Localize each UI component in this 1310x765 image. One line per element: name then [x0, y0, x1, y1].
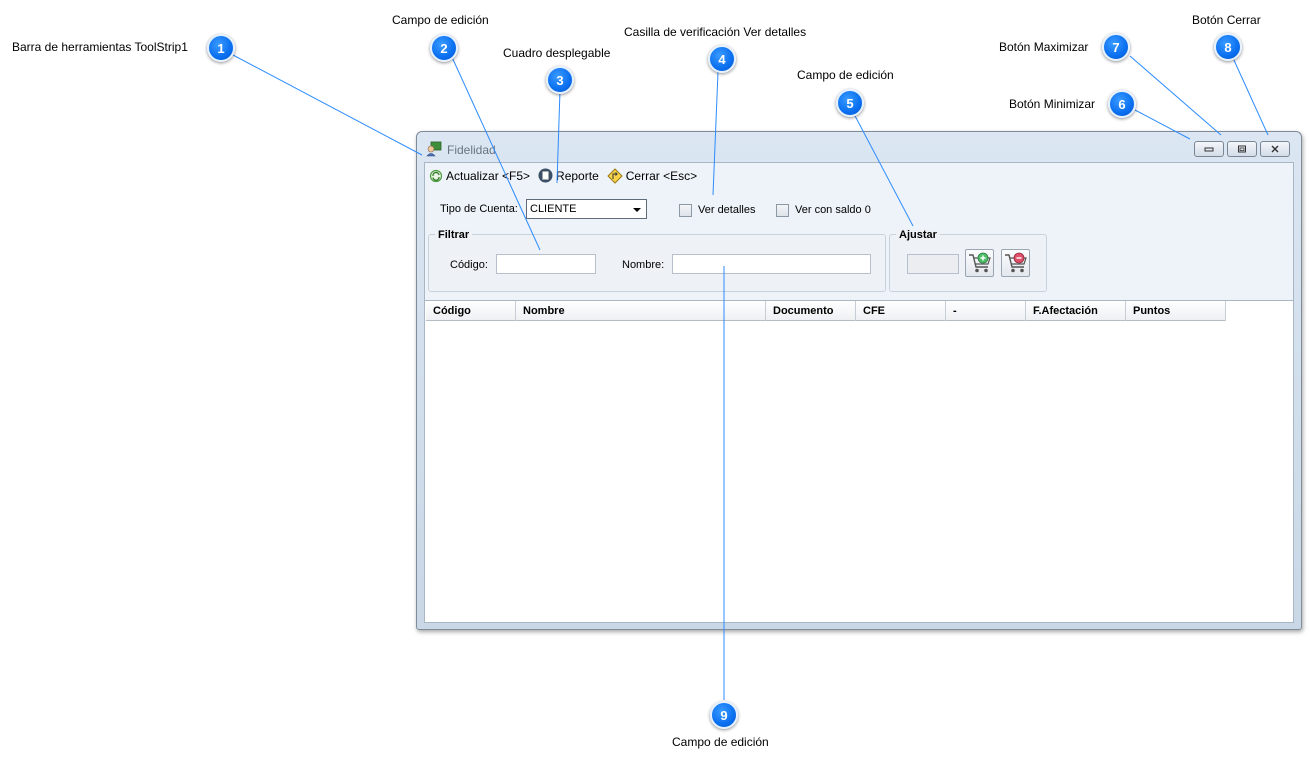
callout-label-3: Cuadro desplegable: [503, 46, 611, 60]
account-type-label: Tipo de Cuenta:: [440, 203, 518, 215]
name-input[interactable]: [672, 254, 871, 274]
toolstrip: Actualizar <F5> Reporte Cerrar <Esc>: [425, 163, 1293, 188]
callout-label-8: Botón Cerrar: [1192, 13, 1261, 27]
exit-button[interactable]: Cerrar <Esc>: [607, 167, 698, 184]
client-area: Actualizar <F5> Reporte Cerrar <Esc> Tip…: [424, 162, 1294, 623]
callout-label-4: Casilla de verificación Ver detalles: [624, 25, 807, 39]
callout-label-6: Botón Minimizar: [1009, 97, 1096, 111]
col-header-cfe[interactable]: CFE: [856, 301, 946, 321]
callout-label-7: Botón Maximizar: [999, 40, 1089, 54]
callout-badge-2: 2: [430, 34, 458, 62]
title-bar[interactable]: Fidelidad: [417, 132, 1301, 162]
callout-label-1: Barra de herramientas ToolStrip1: [12, 40, 188, 54]
close-icon: [1271, 145, 1279, 153]
code-label: Código:: [450, 259, 488, 271]
leader-7: [1129, 55, 1222, 136]
refresh-icon: [429, 169, 443, 182]
report-button[interactable]: Reporte: [538, 168, 599, 183]
cart-remove-icon: [1004, 252, 1027, 273]
chevron-down-icon: [633, 208, 641, 212]
close-button[interactable]: [1260, 141, 1290, 157]
callout-label-2: Campo de edición: [392, 13, 489, 27]
adjust-group: Ajustar: [889, 229, 1047, 292]
col-header-dash[interactable]: -: [946, 301, 1026, 321]
zero-balance-checkbox-label: Ver con saldo 0: [795, 204, 871, 216]
callout-label-5: Campo de edición: [797, 68, 894, 82]
filter-group: Filtrar Código: Nombre:: [428, 229, 886, 292]
callout-badge-3: 3: [546, 66, 574, 94]
add-points-button[interactable]: [965, 249, 994, 277]
leader-8: [1232, 57, 1269, 136]
details-checkbox[interactable]: [679, 204, 692, 217]
window-title: Fidelidad: [447, 143, 496, 157]
col-header-codigo[interactable]: Código: [426, 301, 516, 321]
minimize-button[interactable]: [1194, 141, 1224, 157]
cart-add-icon: [968, 252, 991, 273]
grid-header: Código Nombre Documento CFE - F.Afectaci…: [426, 301, 1226, 321]
refresh-button[interactable]: Actualizar <F5>: [429, 169, 530, 183]
adjust-group-title: Ajustar: [896, 229, 940, 241]
code-input[interactable]: [496, 254, 596, 274]
adjust-points-input[interactable]: [907, 254, 959, 274]
col-header-documento[interactable]: Documento: [766, 301, 856, 321]
leader-1: [232, 54, 423, 156]
callout-badge-9: 9: [710, 701, 738, 729]
callout-badge-4: 4: [708, 45, 736, 73]
filter-group-title: Filtrar: [435, 229, 473, 241]
fidelidad-window: Fidelidad Actualizar <F5> Reporte Cerrar…: [416, 131, 1302, 630]
callout-label-9: Campo de edición: [672, 735, 769, 749]
maximize-button[interactable]: [1227, 141, 1257, 157]
maximize-icon: [1238, 145, 1246, 153]
minimize-icon: [1204, 147, 1214, 152]
report-label: Reporte: [556, 168, 599, 183]
callout-badge-7: 7: [1102, 33, 1130, 61]
callout-badge-6: 6: [1108, 90, 1136, 118]
callout-badge-1: 1: [207, 34, 235, 62]
report-icon: [538, 168, 553, 183]
col-header-puntos[interactable]: Puntos: [1126, 301, 1226, 321]
remove-points-button[interactable]: [1001, 249, 1030, 277]
app-users-icon: [426, 141, 442, 157]
exit-sign-icon: [607, 167, 623, 184]
col-header-nombre[interactable]: Nombre: [516, 301, 766, 321]
refresh-label: Actualizar <F5>: [446, 168, 531, 183]
exit-label: Cerrar <Esc>: [625, 168, 698, 183]
callout-badge-5: 5: [836, 89, 864, 117]
col-header-fecha-afectacion[interactable]: F.Afectación: [1026, 301, 1126, 321]
account-type-combobox[interactable]: CLIENTE: [526, 199, 647, 219]
points-grid[interactable]: Código Nombre Documento CFE - F.Afectaci…: [425, 300, 1293, 622]
name-label: Nombre:: [622, 259, 665, 271]
zero-balance-checkbox[interactable]: [776, 204, 789, 217]
callout-badge-8: 8: [1214, 33, 1242, 61]
account-type-value: CLIENTE: [530, 203, 577, 215]
details-checkbox-label: Ver detalles: [698, 204, 756, 216]
